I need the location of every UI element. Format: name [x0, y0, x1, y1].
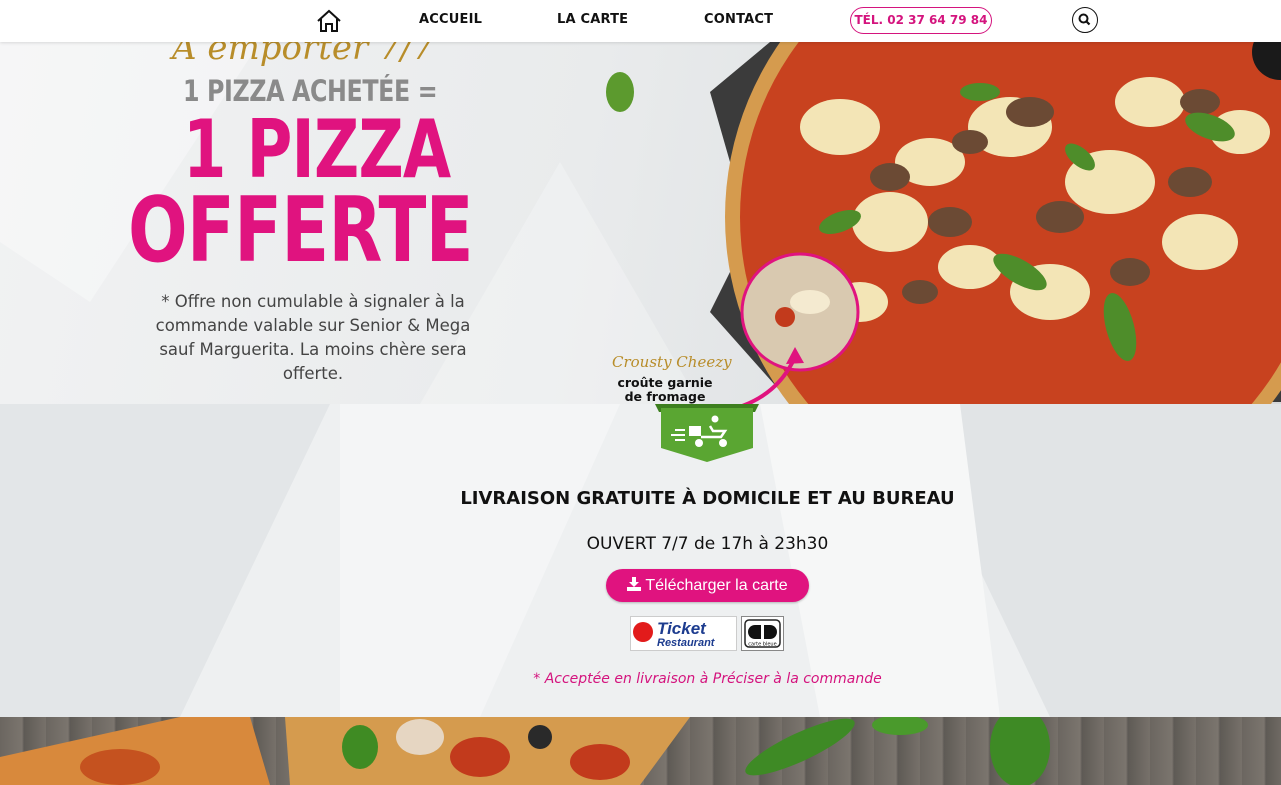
home-icon[interactable] — [315, 8, 343, 34]
crusty-cheezy-title: Crousty Cheezy — [612, 353, 732, 371]
info-section: LIVRAISON GRATUITE À DOMICILE ET AU BURE… — [0, 404, 1281, 717]
delivery-scooter-icon — [655, 404, 759, 464]
download-icon — [627, 570, 642, 591]
nav-link-accueil[interactable]: ACCUEIL — [419, 12, 482, 27]
payment-note: * Acceptée en livraison à Préciser à la … — [533, 671, 882, 687]
ticket-logo-word: Ticket — [657, 619, 707, 638]
promo-line-3: OFFERTE — [128, 178, 474, 283]
carte-bleue-logo: carte bleue — [741, 616, 784, 651]
ticket-restaurant-logo: Ticket Restaurant — [630, 616, 737, 651]
pizza-image — [606, 42, 1281, 404]
delivery-title: LIVRAISON GRATUITE À DOMICILE ET AU BURE… — [460, 488, 955, 509]
promo-conditions: * Offre non cumulable à signaler à la co… — [155, 292, 471, 383]
opening-hours: OUVERT 7/7 de 17h à 23h30 — [586, 534, 829, 554]
download-menu-button[interactable]: Télécharger la carte — [606, 569, 809, 602]
nav-link-contact[interactable]: CONTACT — [704, 12, 773, 27]
promo-script-heading: A emporter 7/7 — [172, 42, 434, 68]
download-menu-label: Télécharger la carte — [645, 577, 788, 594]
phone-button[interactable]: TÉL. 02 37 64 79 84 — [850, 7, 992, 34]
promo-banner[interactable]: A emporter 7/7 1 PIZZA ACHETÉE = 1 PIZZA… — [0, 42, 1281, 404]
restaurant-logo-word: Restaurant — [657, 637, 716, 649]
pizza-footer-image — [0, 717, 1281, 785]
cb-logo-text: carte bleue — [748, 642, 776, 648]
nav-link-la-carte[interactable]: LA CARTE — [557, 12, 628, 27]
search-icon[interactable] — [1072, 7, 1098, 33]
crusty-cheezy-caption: croûte garnie de fromage — [617, 375, 713, 404]
top-navbar: ACCUEIL LA CARTE CONTACT TÉL. 02 37 64 7… — [0, 0, 1281, 42]
